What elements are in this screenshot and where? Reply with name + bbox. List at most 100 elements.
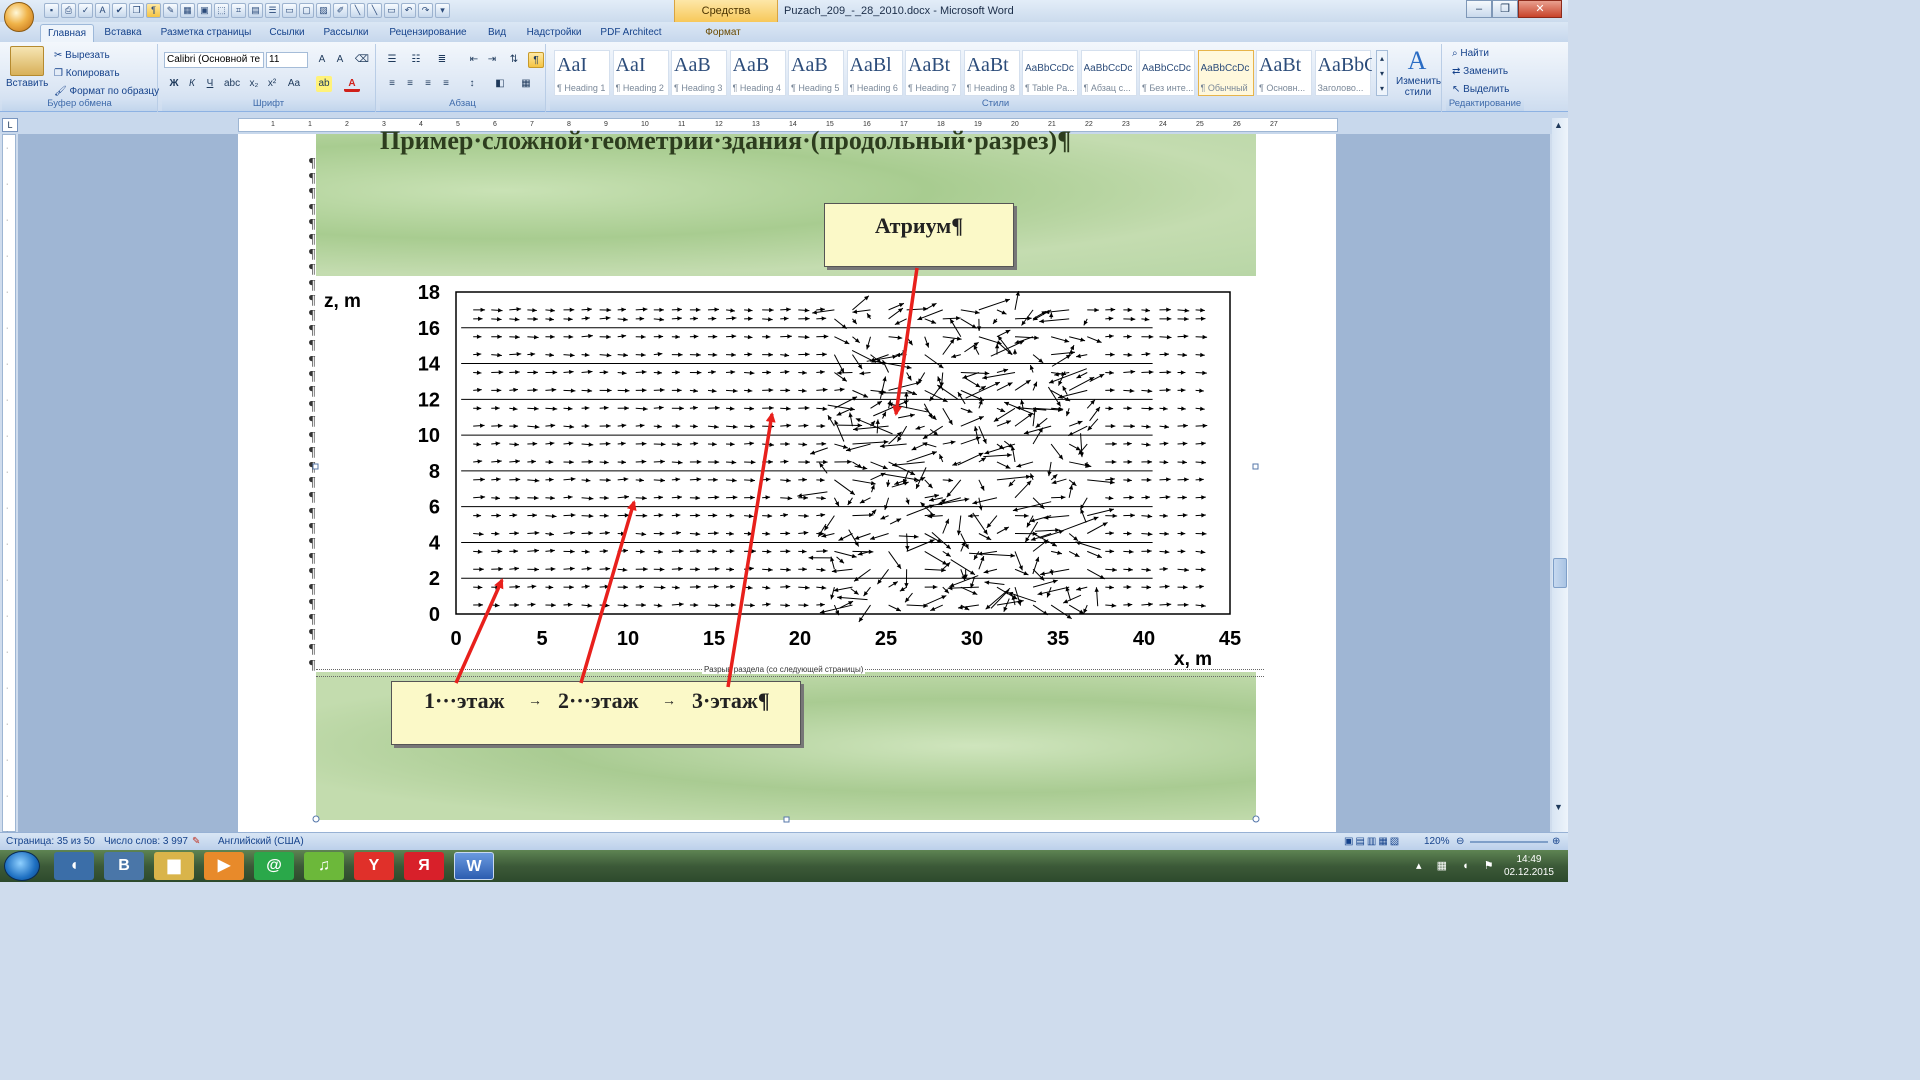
decrease-indent-icon[interactable]: ⇤	[466, 52, 482, 68]
grow-font-icon[interactable]: A	[314, 52, 330, 68]
numbering-icon[interactable]: ☷	[408, 52, 424, 68]
line-spacing-icon[interactable]: ↕	[464, 76, 480, 92]
minimize-button[interactable]: –	[1466, 0, 1492, 18]
zoom-out-icon[interactable]: ⊖	[1456, 836, 1464, 847]
frame-icon[interactable]: ▭	[282, 3, 297, 18]
proofing-icon[interactable]: ✎	[192, 836, 200, 847]
format-painter-button[interactable]: 🖌 Формат по образцу	[54, 86, 159, 97]
scrollbar-thumb[interactable]	[1553, 558, 1567, 588]
explorer-app-icon[interactable]: ▆	[154, 852, 194, 880]
style-tile[interactable]: AaI ¶ Heading 2	[612, 50, 669, 96]
zoom-slider[interactable]	[1470, 841, 1548, 843]
clear-format-icon[interactable]: ⌫	[354, 52, 370, 68]
pen-icon[interactable]: ✐	[333, 3, 348, 18]
tab-addins[interactable]: Надстройки	[520, 24, 588, 42]
replace-button[interactable]: ⇄ Заменить	[1452, 66, 1508, 77]
styles-gallery-scroll[interactable]: ▴ ▾ ▾	[1376, 50, 1388, 96]
style-tile[interactable]: AaBt ¶ Основн...	[1256, 50, 1312, 96]
disk-icon[interactable]: ▣	[197, 3, 212, 18]
office-button[interactable]	[4, 2, 34, 32]
style-tile[interactable]: AaI ¶ Heading 1	[554, 50, 610, 96]
style-tile[interactable]: AaBbCcDc ¶ Без инте...	[1139, 50, 1195, 96]
highlight-icon[interactable]: ab	[316, 76, 332, 92]
font-family-combo[interactable]: Calibri (Основной те	[164, 52, 264, 68]
align-center-icon[interactable]: ≡	[402, 76, 418, 92]
shading-icon[interactable]: ◧	[492, 76, 508, 92]
edit-icon[interactable]: ✎	[163, 3, 178, 18]
language-indicator[interactable]: Английский (США)	[218, 836, 304, 847]
yandex-browser-icon[interactable]: Y	[354, 852, 394, 880]
find-button[interactable]: ⌕ Найти	[1452, 48, 1489, 59]
grid-icon[interactable]: ▤	[248, 3, 263, 18]
shrink-font-icon[interactable]: A	[332, 52, 348, 68]
maximize-button[interactable]: ❐	[1492, 0, 1518, 18]
show-marks-icon[interactable]: ¶	[528, 52, 544, 68]
word-app-icon[interactable]: W	[454, 852, 494, 880]
yandex-icon[interactable]: Я	[404, 852, 444, 880]
multilevel-icon[interactable]: ≣	[434, 52, 450, 68]
align-left-icon[interactable]: ≡	[384, 76, 400, 92]
style-tile[interactable]: AaBt ¶ Heading 7	[905, 50, 961, 96]
tab-references[interactable]: Ссылки	[264, 24, 310, 42]
view-buttons[interactable]: ▣▤▥▦▧	[1344, 836, 1401, 847]
zoom-in-icon[interactable]: ⊕	[1552, 836, 1560, 847]
underline-icon[interactable]: Ч	[202, 76, 218, 92]
align-right-icon[interactable]: ≡	[420, 76, 436, 92]
group-icon[interactable]: ⌗	[231, 3, 246, 18]
music-app-icon[interactable]: ♫	[304, 852, 344, 880]
subscript-icon[interactable]: x₂	[246, 76, 262, 92]
sort-icon[interactable]: ⇅	[506, 52, 522, 68]
speaker-app-icon[interactable]: ◖	[54, 852, 94, 880]
close-button[interactable]: ✕	[1518, 0, 1562, 18]
bold-icon[interactable]: Ж	[166, 76, 182, 92]
paste-button[interactable]: Вставить	[6, 78, 48, 89]
media-player-icon[interactable]: ▶	[204, 852, 244, 880]
mail-agent-icon[interactable]: @	[254, 852, 294, 880]
atrium-callout[interactable]: Атриум¶	[824, 203, 1014, 267]
tab-home[interactable]: Главная	[40, 24, 94, 42]
slide-heading[interactable]: Пример·сложной·геометрии·здания·(продоль…	[380, 126, 1071, 156]
strikethrough-icon[interactable]: abc	[224, 76, 240, 92]
style-tile[interactable]: AaB ¶ Heading 5	[788, 50, 844, 96]
increase-indent-icon[interactable]: ⇥	[484, 52, 500, 68]
customize-icon[interactable]: ▾	[435, 3, 450, 18]
style-tile[interactable]: AaBt ¶ Heading 8	[963, 50, 1020, 96]
justify-icon[interactable]: ≡	[438, 76, 454, 92]
style-tile[interactable]: AaB ¶ Heading 3	[671, 50, 727, 96]
word-count[interactable]: Число слов: 3 997	[104, 836, 188, 847]
table-icon[interactable]: ▦	[180, 3, 195, 18]
change-styles-icon[interactable]: A	[1402, 46, 1432, 75]
para-icon[interactable]: ¶	[146, 3, 161, 18]
tab-page-layout[interactable]: Разметка страницы	[152, 24, 260, 42]
spellcheck-icon[interactable]: ✓	[78, 3, 93, 18]
tab-mailings[interactable]: Рассылки	[316, 24, 376, 42]
velocity-field-chart[interactable]: 0 5 10 15 20 25 30 35 40 45 0 2 4 6 8 10 12 14 16 18 z, m x…	[316, 276, 1264, 670]
undo-icon[interactable]: ↶	[401, 3, 416, 18]
check-icon[interactable]: ✔	[112, 3, 127, 18]
window-icon[interactable]: ▢	[299, 3, 314, 18]
change-case-icon[interactable]: Aa	[286, 76, 302, 92]
cut-button[interactable]: ✂ Вырезать	[54, 50, 110, 61]
tab-view[interactable]: Вид	[480, 24, 514, 42]
print-icon[interactable]: ⎙	[61, 3, 76, 18]
bullets-icon[interactable]: ☰	[384, 52, 400, 68]
rect-icon[interactable]: ▭	[384, 3, 399, 18]
style-tile[interactable]: AaBbC Заголово...	[1314, 50, 1372, 96]
scroll-up-icon[interactable]: ▲	[1554, 120, 1563, 130]
tab-format[interactable]: Формат	[690, 24, 756, 42]
line2-icon[interactable]: ╲	[367, 3, 382, 18]
copy-icon[interactable]: ❐	[129, 3, 144, 18]
line-icon[interactable]: ╲	[350, 3, 365, 18]
clock[interactable]: 14:49 02.12.2015	[1504, 853, 1554, 879]
font-icon[interactable]: A	[95, 3, 110, 18]
vertical-scrollbar[interactable]: ▲ ▼	[1552, 118, 1568, 832]
zoom-level[interactable]: 120%	[1424, 836, 1450, 847]
start-button[interactable]	[4, 851, 40, 881]
italic-icon[interactable]: К	[184, 76, 200, 92]
font-size-combo[interactable]: 11	[266, 52, 308, 68]
list-icon[interactable]: ☰	[265, 3, 280, 18]
scroll-down-icon[interactable]: ▼	[1554, 802, 1563, 812]
borders-icon[interactable]: ▦	[518, 76, 534, 92]
superscript-icon[interactable]: x²	[264, 76, 280, 92]
style-tile[interactable]: AaBbCcDc ¶ Обычный	[1197, 50, 1254, 96]
